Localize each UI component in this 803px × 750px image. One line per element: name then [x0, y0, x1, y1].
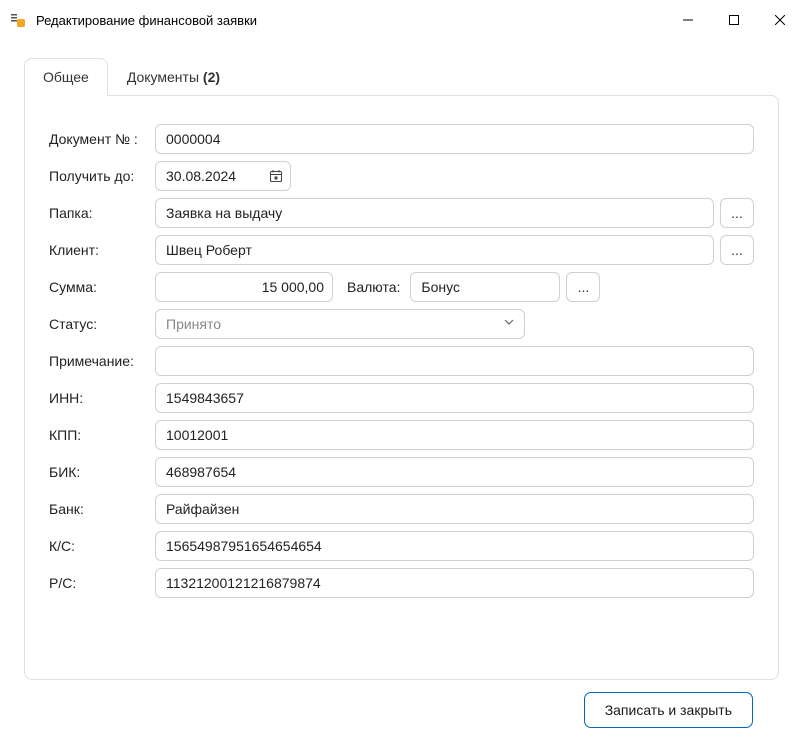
kpp-label: КПП:	[49, 427, 155, 443]
inn-label: ИНН:	[49, 390, 155, 406]
minimize-icon	[683, 15, 693, 25]
bank-input[interactable]	[155, 494, 754, 524]
kpp-input[interactable]	[155, 420, 754, 450]
currency-input[interactable]	[410, 272, 560, 302]
close-icon	[775, 15, 785, 25]
tab-documents[interactable]: Документы (2)	[108, 58, 239, 95]
note-input[interactable]	[155, 346, 754, 376]
maximize-button[interactable]	[711, 0, 757, 40]
app-icon	[10, 12, 26, 28]
ks-label: К/С:	[49, 538, 155, 554]
amount-label: Сумма:	[49, 279, 155, 295]
date-picker-button[interactable]	[267, 167, 285, 185]
ks-input[interactable]	[155, 531, 754, 561]
inn-input[interactable]	[155, 383, 754, 413]
rs-label: Р/С:	[49, 575, 155, 591]
status-label: Статус:	[49, 316, 155, 332]
folder-input[interactable]	[155, 198, 714, 228]
tab-documents-count: (2)	[203, 69, 220, 85]
rs-input[interactable]	[155, 568, 754, 598]
client-label: Клиент:	[49, 242, 155, 258]
doc-number-label: Документ № :	[49, 131, 155, 147]
tab-general[interactable]: Общее	[24, 58, 108, 96]
receive-by-label: Получить до:	[49, 168, 155, 184]
bik-input[interactable]	[155, 457, 754, 487]
form-panel: Документ № : Получить до:	[24, 95, 779, 680]
status-select[interactable]: Принято	[155, 309, 525, 339]
content-area: Общее Документы (2) Документ № : Получит…	[0, 40, 803, 750]
maximize-icon	[729, 15, 739, 25]
footer: Записать и закрыть	[24, 680, 779, 734]
note-label: Примечание:	[49, 353, 155, 369]
client-input[interactable]	[155, 235, 714, 265]
folder-browse-button[interactable]: ...	[720, 198, 754, 228]
bik-label: БИК:	[49, 464, 155, 480]
amount-input[interactable]	[155, 272, 333, 302]
bank-label: Банк:	[49, 501, 155, 517]
client-browse-button[interactable]: ...	[720, 235, 754, 265]
close-button[interactable]	[757, 0, 803, 40]
save-close-button[interactable]: Записать и закрыть	[584, 692, 753, 728]
tab-documents-label: Документы	[127, 69, 199, 85]
folder-label: Папка:	[49, 205, 155, 221]
currency-label: Валюта:	[347, 279, 400, 295]
window-title: Редактирование финансовой заявки	[36, 13, 665, 28]
minimize-button[interactable]	[665, 0, 711, 40]
tabs: Общее Документы (2)	[24, 58, 779, 95]
window-controls	[665, 0, 803, 40]
calendar-icon	[269, 169, 283, 183]
currency-browse-button[interactable]: ...	[566, 272, 600, 302]
doc-number-input[interactable]	[155, 124, 754, 154]
titlebar: Редактирование финансовой заявки	[0, 0, 803, 40]
tab-general-label: Общее	[43, 69, 89, 85]
